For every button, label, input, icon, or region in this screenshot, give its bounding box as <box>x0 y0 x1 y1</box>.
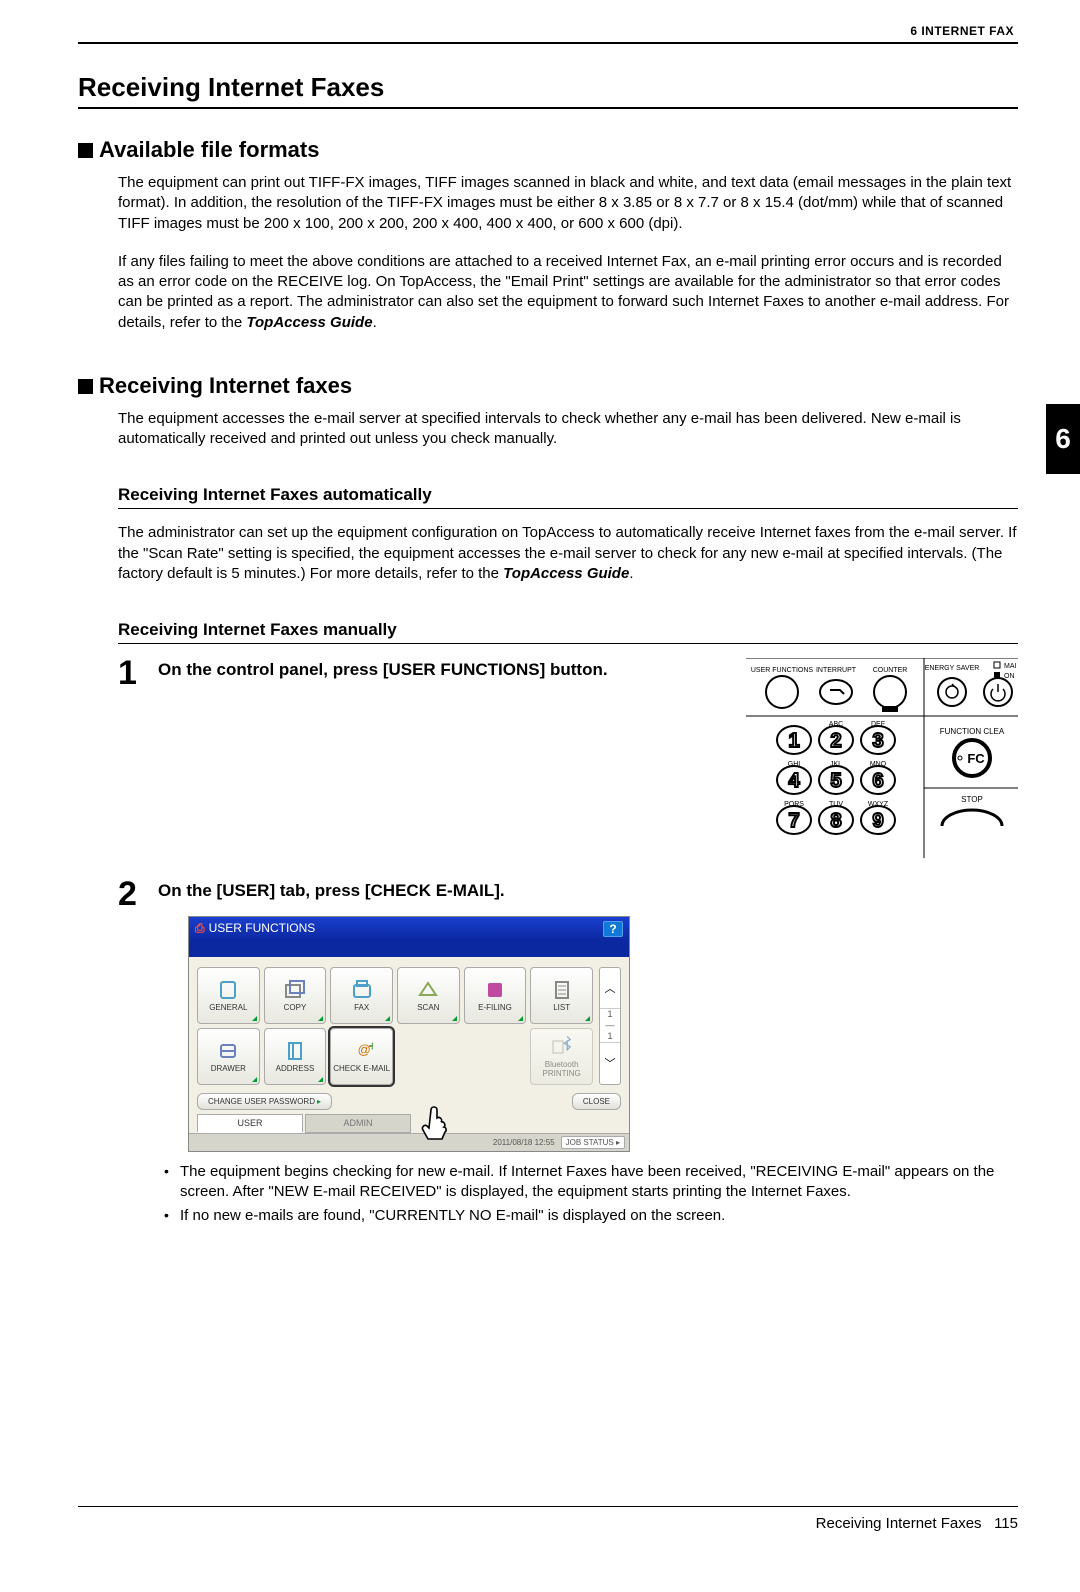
svg-text:8: 8 <box>830 810 841 832</box>
sub-rule <box>118 643 1018 644</box>
list-item: The equipment begins checking for new e-… <box>162 1162 1018 1203</box>
square-bullet-icon <box>78 143 93 158</box>
tile-check-email[interactable]: @CHECK E-MAIL <box>330 1028 393 1085</box>
svg-text:MAI: MAI <box>1004 663 1017 670</box>
tile-efiling[interactable]: E-FILING <box>464 967 527 1024</box>
svg-text:@: @ <box>357 1042 370 1057</box>
ref-guide: TopAccess Guide <box>503 565 629 582</box>
footer-rule <box>78 1506 1018 1507</box>
app-icon: ⎙ <box>195 921 205 935</box>
tile-scan[interactable]: SCAN <box>397 967 460 1024</box>
tile-address[interactable]: ADDRESS <box>264 1028 327 1085</box>
step-number: 1 <box>118 658 148 689</box>
svg-text:6: 6 <box>872 770 883 792</box>
tile-general[interactable]: GENERAL <box>197 967 260 1024</box>
ref-guide: TopAccess Guide <box>246 314 372 331</box>
body-text: The equipment accesses the e-mail server… <box>118 409 1018 450</box>
svg-text:1: 1 <box>788 730 799 752</box>
h2-text: Receiving Internet faxes <box>99 373 352 398</box>
screen-titlebar: ⎙ USER FUNCTIONS ? <box>189 917 629 941</box>
square-bullet-icon <box>78 379 93 394</box>
step-instruction: On the [USER] tab, press [CHECK E-MAIL]. <box>158 879 1018 901</box>
title-rule <box>78 107 1018 109</box>
svg-text:ENERGY SAVER: ENERGY SAVER <box>925 665 980 672</box>
change-password-button[interactable]: CHANGE USER PASSWORD▸ <box>197 1093 332 1110</box>
svg-text:COUNTER: COUNTER <box>873 667 908 674</box>
page-title: Receiving Internet Faxes <box>78 72 1018 103</box>
chapter-thumb-tab: 6 <box>1046 404 1080 474</box>
page-footer: Receiving Internet Faxes 115 <box>78 1515 1018 1532</box>
help-button[interactable]: ? <box>603 921 623 937</box>
step2-bullets: The equipment begins checking for new e-… <box>162 1162 1018 1227</box>
touchscreen-figure: ⎙USER FUNCTIONS ? GENERAL COPY FAX SCAN … <box>188 916 630 1152</box>
running-header: 6 INTERNET FAX <box>78 24 1018 38</box>
svg-text:5: 5 <box>830 770 841 792</box>
body-text-run: . <box>373 314 377 331</box>
h2-text: Available file formats <box>99 137 319 162</box>
control-panel-figure: USER FUNCTIONS INTERRUPT COUNTER ABC DEF… <box>746 658 1018 863</box>
tile-bluetooth: Bluetooth PRINTING <box>530 1028 593 1085</box>
tile-copy[interactable]: COPY <box>264 967 327 1024</box>
tile-fax[interactable]: FAX <box>330 967 393 1024</box>
svg-text:3: 3 <box>872 730 883 752</box>
step-2: 2 On the [USER] tab, press [CHECK E-MAIL… <box>118 879 1018 910</box>
tab-admin[interactable]: ADMIN <box>305 1114 411 1133</box>
section-available-file-formats: Available file formats <box>78 137 1018 163</box>
header-rule <box>78 42 1018 44</box>
tile-drawer[interactable]: DRAWER <box>197 1028 260 1085</box>
screen-title: USER FUNCTIONS <box>209 921 316 935</box>
sub-rule <box>118 508 1018 509</box>
body-text: If any files failing to meet the above c… <box>118 252 1018 333</box>
scroll-down-icon[interactable]: ﹀ <box>600 1043 620 1084</box>
svg-text:FUNCTION CLEA: FUNCTION CLEA <box>940 727 1005 736</box>
scrollbar[interactable]: ︿ 1—1 ﹀ <box>599 967 621 1085</box>
svg-text:FC: FC <box>967 751 985 766</box>
svg-text:USER FUNCTIONS: USER FUNCTIONS <box>751 667 814 674</box>
body-text-run: . <box>629 565 633 582</box>
body-text: The administrator can set up the equipme… <box>118 523 1018 584</box>
svg-text:2: 2 <box>830 730 841 752</box>
job-status-button[interactable]: JOB STATUS ▸ <box>561 1136 625 1149</box>
subheading-auto: Receiving Internet Faxes automatically <box>118 485 1018 505</box>
svg-text:9: 9 <box>872 810 883 832</box>
subheading-manual: Receiving Internet Faxes manually <box>118 620 1018 640</box>
svg-text:INTERRUPT: INTERRUPT <box>816 667 857 674</box>
step-instruction: On the control panel, press [USER FUNCTI… <box>158 658 730 680</box>
scroll-up-icon[interactable]: ︿ <box>600 968 620 1009</box>
step-number: 2 <box>118 879 148 910</box>
svg-text:4: 4 <box>788 770 800 792</box>
screen-ribbon <box>189 941 629 957</box>
step-1: 1 On the control panel, press [USER FUNC… <box>118 658 1018 863</box>
close-button[interactable]: CLOSE <box>572 1093 621 1110</box>
svg-text:STOP: STOP <box>961 795 983 804</box>
body-text: The equipment can print out TIFF-FX imag… <box>118 173 1018 234</box>
tile-list[interactable]: LIST <box>530 967 593 1024</box>
list-item: If no new e-mails are found, "CURRENTLY … <box>162 1206 1018 1226</box>
status-bar: 2011/08/18 12:55 JOB STATUS ▸ <box>189 1133 629 1151</box>
svg-text:ON: ON <box>1004 673 1015 680</box>
tab-user[interactable]: USER <box>197 1114 303 1133</box>
svg-text:7: 7 <box>788 810 799 832</box>
section-receiving-internet-faxes: Receiving Internet faxes <box>78 373 1018 399</box>
